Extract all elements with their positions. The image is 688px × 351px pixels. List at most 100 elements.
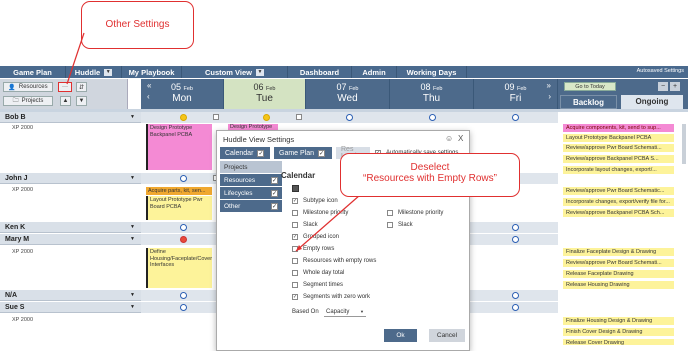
select-all-checkbox[interactable] <box>292 185 299 192</box>
nav-my-playbook[interactable]: My Playbook <box>122 66 182 78</box>
task-block[interactable]: Layout Prototype Pwr Board PCBA <box>146 196 212 220</box>
option-milestone-priority[interactable]: Milestone priority <box>292 210 348 216</box>
nav-dashboard[interactable]: Dashboard <box>288 66 352 78</box>
day-header-thu[interactable]: 08 Feb Thu <box>390 79 474 109</box>
expand-icon[interactable]: ⇵ <box>76 82 87 92</box>
check-icon[interactable]: ✓ <box>271 177 278 184</box>
checkbox[interactable] <box>292 222 298 228</box>
resource-row-ken[interactable]: Ken K ▼ <box>0 222 141 233</box>
resource-row-na[interactable]: N/A ▼ <box>0 290 141 301</box>
backlog-item[interactable]: Review/approve Pwr Board Schemati... <box>563 144 674 152</box>
backlog-item[interactable]: Release Cover Drawing <box>563 339 674 345</box>
tab-calendar[interactable]: Calendar ✓ <box>220 147 270 159</box>
nav-huddle[interactable]: Huddle ▼ <box>66 66 122 78</box>
sidebar-item-resources[interactable]: Resources ✓ <box>220 174 282 187</box>
backlog-item[interactable]: Incorporate changes, export/verify file … <box>563 198 674 206</box>
day-header-mon[interactable]: « ‹ 05 Feb Mon <box>141 79 224 109</box>
chevron-down-icon[interactable]: ▼ <box>130 292 135 298</box>
check-icon[interactable]: ✓ <box>271 190 278 197</box>
backlog-item[interactable]: Finish Cover Design & Drawing <box>563 328 674 336</box>
tab-ongoing[interactable]: Ongoing <box>621 95 683 109</box>
backlog-item[interactable]: Review/approve Backpanel PCBA Sch... <box>563 209 674 217</box>
backlog-item[interactable]: Release Housing Drawing <box>563 281 674 289</box>
checkbox[interactable] <box>387 222 393 228</box>
check-icon[interactable]: ✓ <box>318 149 326 157</box>
backlog-item[interactable]: Incorporate layout changes, export/... <box>563 166 674 174</box>
check-icon[interactable]: ✓ <box>271 203 278 210</box>
nav-admin[interactable]: Admin <box>352 66 397 78</box>
chevron-down-icon[interactable]: ▼ <box>130 236 135 242</box>
nav-game-plan[interactable]: Game Plan <box>0 66 66 78</box>
checkbox[interactable] <box>292 210 298 216</box>
checkbox[interactable]: ✓ <box>292 234 298 240</box>
checkbox[interactable]: ✓ <box>292 294 298 300</box>
option-slack-2[interactable]: Slack <box>387 222 413 228</box>
close-icon[interactable]: X <box>458 134 463 143</box>
option-resources-with-empty-rows[interactable]: Resources with empty rows <box>292 258 376 264</box>
based-on-select[interactable]: Capacity ▼ <box>324 307 366 317</box>
day-checkbox[interactable] <box>296 114 302 120</box>
option-segments-zero-work[interactable]: ✓ Segments with zero work <box>292 294 370 300</box>
chevron-down-icon[interactable]: ▼ <box>255 68 264 76</box>
resource-row-john[interactable]: John J ▼ <box>0 173 141 184</box>
help-icon[interactable]: ☺ <box>445 134 453 143</box>
task-block[interactable]: Design Prototype Backpanel PCBA <box>146 124 212 170</box>
chevron-down-icon[interactable]: ▼ <box>130 114 135 120</box>
nav-custom-view[interactable]: Custom View ▼ <box>182 66 288 78</box>
sidebar-item-projects[interactable]: Projects <box>220 161 282 174</box>
backlog-item[interactable]: Layout Prototype Backpanel PCBA <box>563 134 674 142</box>
checkbox[interactable] <box>387 210 393 216</box>
chevron-down-icon[interactable]: ▼ <box>104 68 113 76</box>
sort-down-icon[interactable]: ▼ <box>76 96 87 106</box>
other-settings-button[interactable]: ··· <box>58 82 72 92</box>
sidebar-item-lifecycles[interactable]: Lifecycles ✓ <box>220 187 282 200</box>
backlog-item[interactable]: Release Faceplate Drawing <box>563 270 674 278</box>
tab-backlog[interactable]: Backlog <box>560 95 617 109</box>
backlog-item[interactable]: Review/approve Pwr Board Schematic... <box>563 187 674 195</box>
chevron-down-icon[interactable]: ▼ <box>130 224 135 230</box>
tab-game-plan[interactable]: Game Plan ✓ <box>274 147 332 159</box>
checkbox[interactable]: ✓ <box>292 198 298 204</box>
zoom-in-button[interactable]: + <box>670 82 680 91</box>
chevron-down-icon[interactable]: ▼ <box>130 304 135 310</box>
option-empty-rows[interactable]: Empty rows <box>292 246 334 252</box>
ok-button[interactable]: Ok <box>384 329 417 342</box>
option-whole-day-total[interactable]: Whole day total <box>292 270 344 276</box>
checkbox[interactable] <box>292 246 298 252</box>
checkbox[interactable] <box>292 258 298 264</box>
resource-row-sue[interactable]: Sue S ▼ <box>0 302 141 313</box>
backlog-scrollbar[interactable] <box>682 124 686 164</box>
next-day-icon[interactable]: › <box>548 92 551 101</box>
task-block[interactable]: Define Housing/Faceplate/Cover Interface… <box>146 248 212 288</box>
resources-button[interactable]: 👤 Resources <box>3 82 53 92</box>
option-segment-times[interactable]: Segment times <box>292 282 343 288</box>
day-header-fri[interactable]: 09 Feb Fri » › <box>474 79 558 109</box>
backlog-item[interactable]: Finalize Housing Design & Drawing <box>563 317 674 325</box>
checkbox[interactable] <box>292 270 298 276</box>
option-slack[interactable]: Slack <box>292 222 318 228</box>
chevron-down-icon[interactable]: ▼ <box>130 175 135 181</box>
check-icon[interactable]: ✓ <box>257 149 265 157</box>
backlog-item[interactable]: Finalize Faceplate Design & Drawing <box>563 248 674 256</box>
option-subtype-icon[interactable]: ✓ Subtype icon <box>292 198 338 204</box>
backlog-item[interactable]: Review/approve Pwr Board Schemati... <box>563 259 674 267</box>
sort-up-icon[interactable]: ▲ <box>60 96 71 106</box>
day-checkbox[interactable] <box>213 114 219 120</box>
autosaved-settings[interactable]: Autosaved Settings <box>637 68 684 74</box>
cancel-button[interactable]: Cancel <box>429 329 465 342</box>
last-week-icon[interactable]: » <box>547 81 551 90</box>
day-header-wed[interactable]: 07 Feb Wed <box>306 79 390 109</box>
backlog-item[interactable]: Review/approve Backpanel PCBA S... <box>563 155 674 163</box>
sidebar-item-other[interactable]: Other ✓ <box>220 200 282 213</box>
task-block[interactable]: Acquire parts, kit, sen... <box>146 187 212 195</box>
nav-working-days[interactable]: Working Days <box>397 66 467 78</box>
resource-row-mary[interactable]: Mary M ▼ <box>0 234 141 245</box>
backlog-item[interactable]: Acquire components, kit, send to sup... <box>563 124 674 132</box>
checkbox[interactable] <box>292 282 298 288</box>
resource-row-bob[interactable]: Bob B ▼ <box>0 112 141 123</box>
zoom-out-button[interactable]: − <box>658 82 668 91</box>
projects-button[interactable]: 🗀 Projects <box>3 96 53 106</box>
option-milestone-priority-2[interactable]: Milestone priority <box>387 210 443 216</box>
option-grouped-icon[interactable]: ✓ Grouped icon <box>292 234 339 240</box>
day-header-tue[interactable]: 06 Feb Tue <box>224 79 306 109</box>
